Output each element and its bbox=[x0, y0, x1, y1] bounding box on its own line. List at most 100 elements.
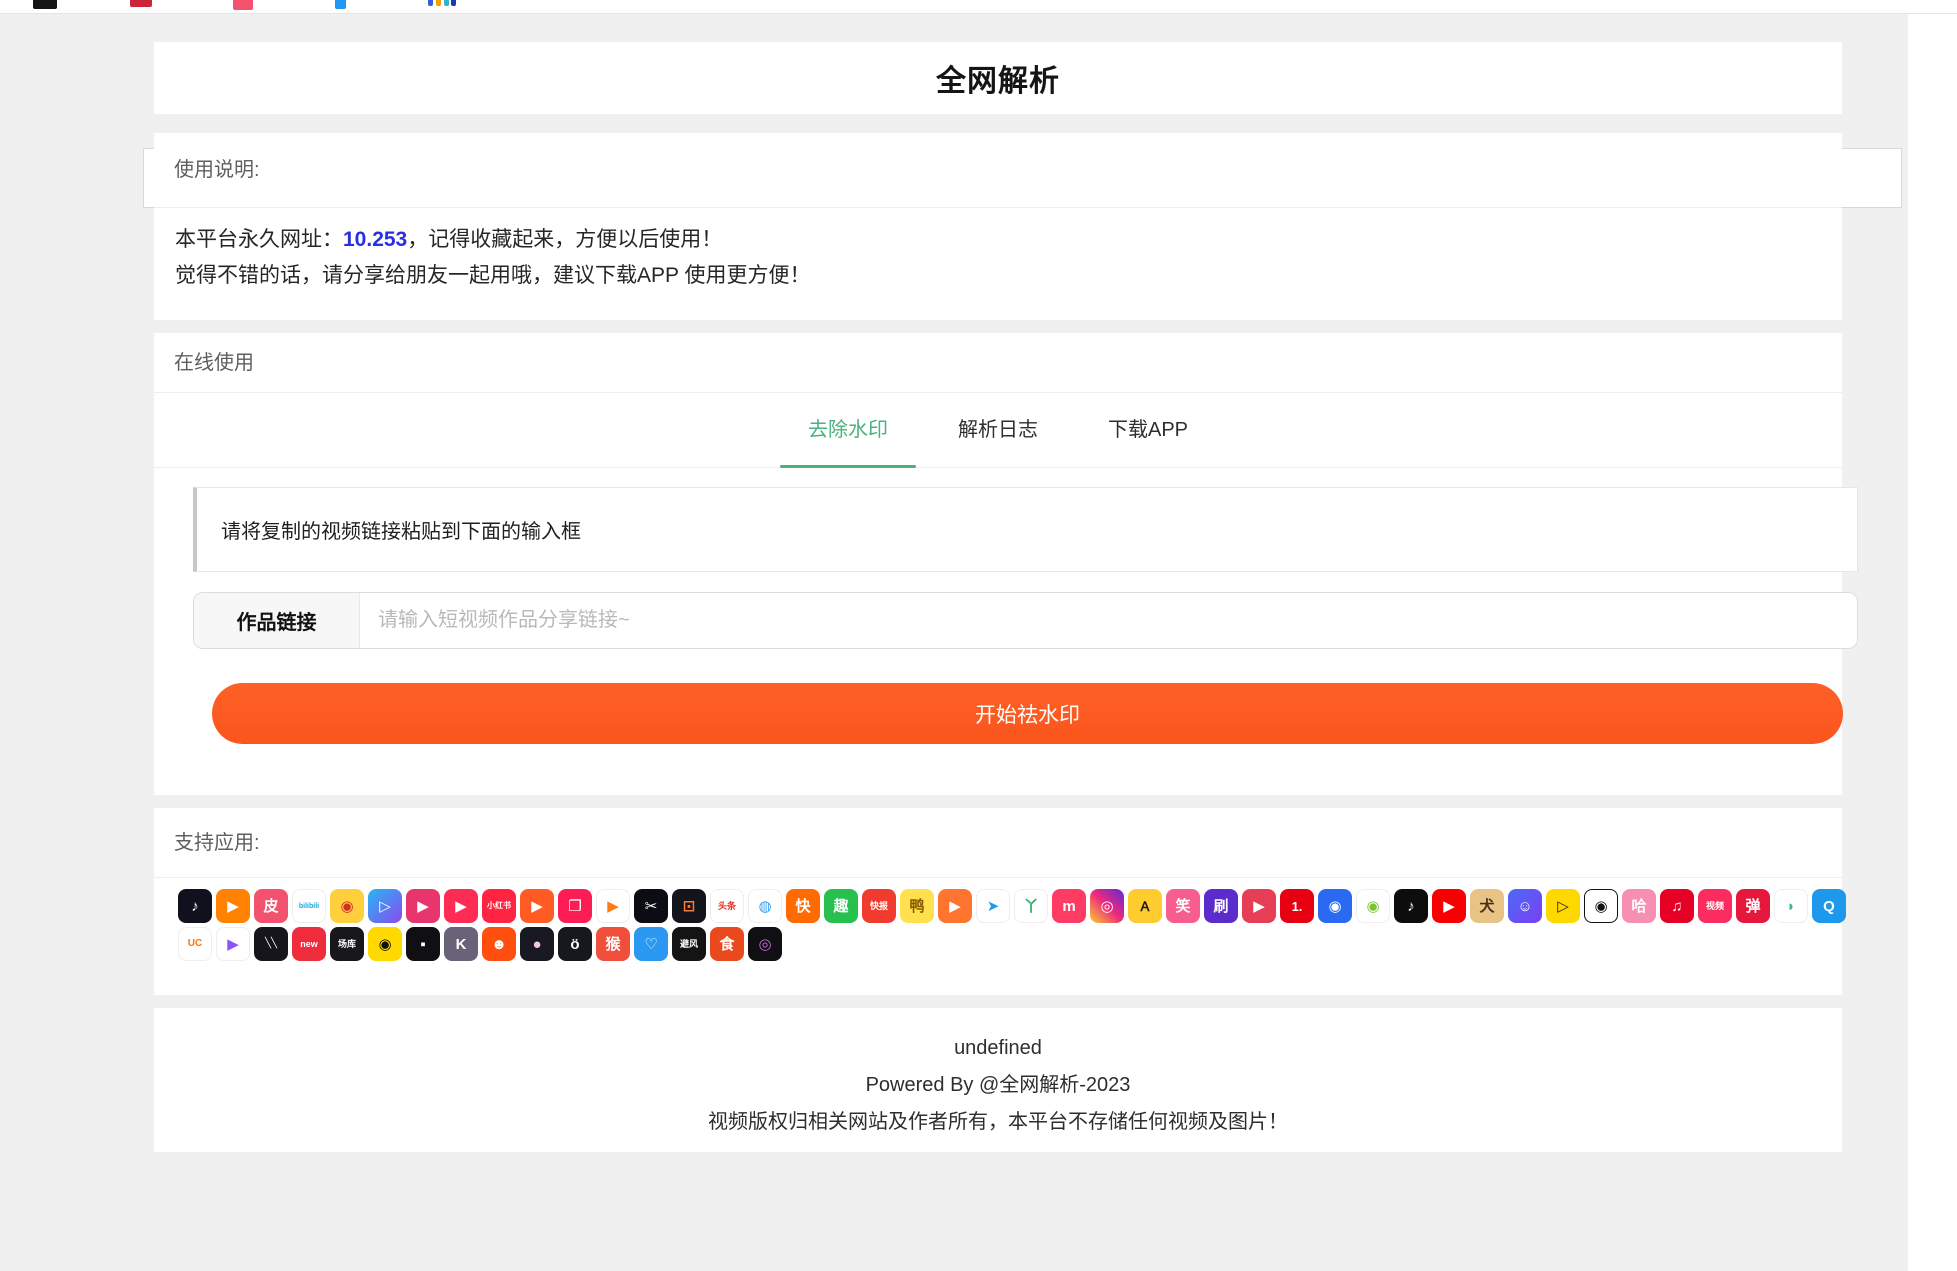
yidian-zixun-icon: 1. bbox=[1280, 889, 1314, 923]
line1-prefix: 本平台永久网址： bbox=[175, 228, 343, 251]
instructions-line2: 觉得不错的话，请分享给朋友一起用哦，建议下载APP 使用更方便！ bbox=[175, 258, 1821, 294]
aiqiyi-suike-icon: ▶ bbox=[596, 889, 630, 923]
instagram-icon: ◎ bbox=[1090, 889, 1124, 923]
footer-copyright: 视频版权归相关网站及作者所有，本平台不存储任何视频及图片！ bbox=[154, 1104, 1842, 1141]
paste-link-notice: 请将复制的视频链接粘贴到下面的输入框 bbox=[193, 487, 1858, 572]
online-use-header: 在线使用 bbox=[154, 333, 1842, 393]
pipixia-icon: 皮 bbox=[254, 889, 288, 923]
tiantian-kuaibao-icon: 快报 bbox=[862, 889, 896, 923]
tencent-penguin-icon: Q bbox=[1812, 889, 1846, 923]
online-use-card: 在线使用 去除水印解析日志下载APP 请将复制的视频链接粘贴到下面的输入框 作品… bbox=[154, 333, 1842, 795]
favicon-fragment-blue bbox=[335, 0, 346, 9]
line1-suffix: ，记得收藏起来，方便以后使用！ bbox=[407, 228, 722, 251]
xiaolu-video-icon: ◗ bbox=[1774, 889, 1808, 923]
video-link-input[interactable] bbox=[360, 593, 1857, 648]
douyin-icon: ♪ bbox=[178, 889, 212, 923]
pipi-monkey-icon: 猴 bbox=[596, 927, 630, 961]
tab-remove-watermark[interactable]: 去除水印 bbox=[780, 393, 916, 467]
instructions-line1: 本平台永久网址：10.253，记得收藏起来，方便以后使用！ bbox=[175, 222, 1821, 258]
footer-powered-by: Powered By @全网解析-2023 bbox=[154, 1067, 1842, 1104]
kaiyan-capsule-icon: ☺ bbox=[1508, 889, 1542, 923]
xiaohongshu-icon: 小红书 bbox=[482, 889, 516, 923]
luping-recorder-icon: ⊡ bbox=[672, 889, 706, 923]
browser-top-strip bbox=[0, 0, 1957, 14]
wei-shipin-icon: 视频 bbox=[1698, 889, 1732, 923]
link-input-row: 作品链接 bbox=[193, 592, 1858, 649]
favicon-fragment-dot-navy bbox=[451, 0, 456, 6]
lvzhou-icon: 丫 bbox=[1014, 889, 1048, 923]
dog-video-icon: 犬 bbox=[1470, 889, 1504, 923]
favicon-fragment-red bbox=[130, 0, 152, 7]
zuiyou-icon: ö bbox=[558, 927, 592, 961]
footer-card: undefined Powered By @全网解析-2023 视频版权归相关网… bbox=[154, 1008, 1842, 1152]
eyepetizer-icon: ◉ bbox=[1584, 889, 1618, 923]
supported-apps-header: 支持应用: bbox=[154, 808, 1842, 878]
neihan-duanzi-icon: 哈 bbox=[1622, 889, 1656, 923]
kuaishou-jisu-icon: 快 bbox=[786, 889, 820, 923]
instructions-card: 使用说明: 本平台永久网址：10.253，记得收藏起来，方便以后使用！ 觉得不错… bbox=[154, 133, 1842, 320]
changku-icon: 场库 bbox=[330, 927, 364, 961]
qishui-music-icon: ♪ bbox=[1394, 889, 1428, 923]
tab-download-app[interactable]: 下载APP bbox=[1080, 393, 1216, 467]
meishi-icon: 食 bbox=[710, 927, 744, 961]
youtube-icon: ▶ bbox=[1432, 889, 1466, 923]
xigua-play-icon: ▶ bbox=[938, 889, 972, 923]
link-input-label: 作品链接 bbox=[194, 593, 360, 648]
meitu-icon: m bbox=[1052, 889, 1086, 923]
tabs-bar: 去除水印解析日志下载APP bbox=[154, 393, 1842, 468]
weishi-icon: ▶ bbox=[1242, 889, 1276, 923]
bilibili-icon: bilibili bbox=[292, 889, 326, 923]
app-icons-row-1: ♪▶皮bilibili◉▷▶▶小红书▶❐▶✂⊡头条◍快趣快报鸭▶➤丫m◎Ａ笑刷▶… bbox=[178, 889, 1842, 923]
start-remove-watermark-button[interactable]: 开始祛水印 bbox=[212, 683, 1843, 744]
piaoquan-video-icon: ❐ bbox=[558, 889, 592, 923]
favicon-fragment-dot-orange bbox=[436, 0, 441, 6]
title-card: 全网解析 bbox=[154, 42, 1842, 114]
favicon-fragment-dot-teal bbox=[444, 0, 449, 6]
haokan-video-icon: ◉ bbox=[1318, 889, 1352, 923]
kuaishou-icon: ▶ bbox=[216, 889, 250, 923]
xiaoniangao-icon: new bbox=[292, 927, 326, 961]
supported-apps-card: 支持应用: ♪▶皮bilibili◉▷▶▶小红书▶❐▶✂⊡头条◍快趣快报鸭▶➤丫… bbox=[154, 808, 1842, 995]
dongchedi-icon: Ａ bbox=[1128, 889, 1162, 923]
quanmin-video-icon: ▶ bbox=[406, 889, 440, 923]
bifeng-icon: 避风 bbox=[672, 927, 706, 961]
douyin-jisu-icon: ▶ bbox=[444, 889, 478, 923]
app-icons-row-2: UC▶╲╲new场库◉▪K☻●ö猴♡避风食◎ bbox=[178, 927, 1842, 961]
favicon-fragment-black bbox=[33, 0, 57, 9]
toutiao-icon: 头条 bbox=[710, 889, 744, 923]
kankan-video-icon: ◉ bbox=[1356, 889, 1390, 923]
qutoutiao-icon: 趣 bbox=[824, 889, 858, 923]
kuai-video-icon: ◉ bbox=[368, 927, 402, 961]
qingyan-icon: ● bbox=[520, 927, 554, 961]
favicon-fragment-pink bbox=[233, 0, 253, 10]
app-icons-area: ♪▶皮bilibili◉▷▶▶小红书▶❐▶✂⊡头条◍快趣快报鸭▶➤丫m◎Ａ笑刷▶… bbox=[154, 878, 1842, 961]
inke-icon: ▷ bbox=[1546, 889, 1580, 923]
page-title: 全网解析 bbox=[936, 56, 1060, 100]
footer-line-undefined: undefined bbox=[154, 1030, 1842, 1067]
tab-parse-log[interactable]: 解析日志 bbox=[930, 393, 1066, 467]
diyidan-icon: 弹 bbox=[1736, 889, 1770, 923]
netease-music-icon: ♫ bbox=[1660, 889, 1694, 923]
pianchang-icon: ▪ bbox=[406, 927, 440, 961]
pipi-gaoxiao-icon: 笑 bbox=[1166, 889, 1200, 923]
shuabao-icon: 刷 bbox=[1204, 889, 1238, 923]
instructions-header: 使用说明: bbox=[154, 133, 1842, 208]
qq-browser-icon: ◍ bbox=[748, 889, 782, 923]
douyin-huoshan-icon: ▷ bbox=[368, 889, 402, 923]
right-gutter bbox=[1908, 0, 1957, 1271]
vue-vlog-icon: ╲╲ bbox=[254, 927, 288, 961]
capcut-jianying-icon: ✂ bbox=[634, 889, 668, 923]
twitter-icon: ➤ bbox=[976, 889, 1010, 923]
favicon-fragment-dot-blue bbox=[428, 0, 433, 6]
instructions-body: 本平台永久网址：10.253，记得收藏起来，方便以后使用！ 觉得不错的话，请分享… bbox=[154, 208, 1842, 308]
berry-video-icon: ▶ bbox=[216, 927, 250, 961]
permanent-url-link[interactable]: 10.253 bbox=[343, 228, 407, 251]
kuran-icon: K bbox=[444, 927, 478, 961]
xigua-video-icon: ▶ bbox=[520, 889, 554, 923]
pipi-duck-icon: 鸭 bbox=[900, 889, 934, 923]
uc-browser-icon: UC bbox=[178, 927, 212, 961]
hongguo-icon: ☻ bbox=[482, 927, 516, 961]
weibo-icon: ◉ bbox=[330, 889, 364, 923]
onetake-icon: ◎ bbox=[748, 927, 782, 961]
bixin-icon: ♡ bbox=[634, 927, 668, 961]
